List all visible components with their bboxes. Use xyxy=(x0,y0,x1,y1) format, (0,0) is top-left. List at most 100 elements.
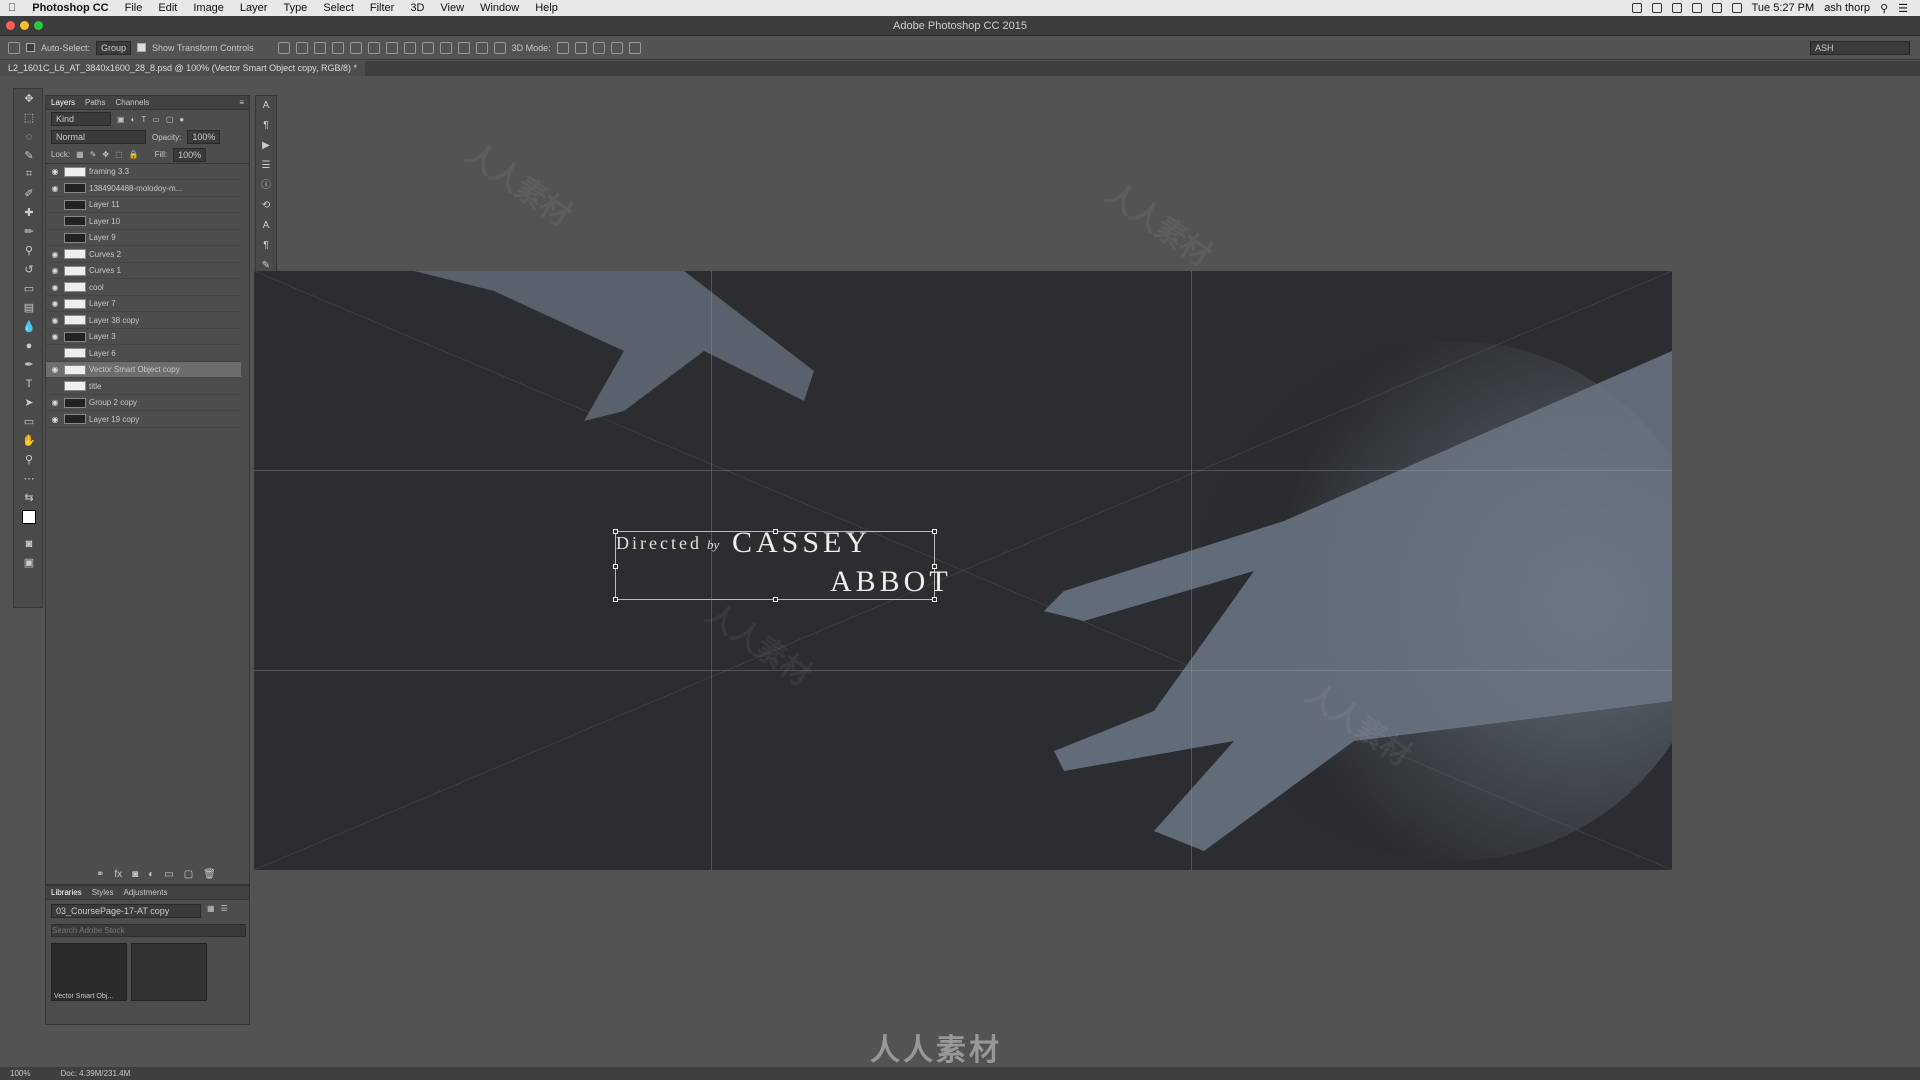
lock-image-icon[interactable]: ✎ xyxy=(90,150,97,159)
fx-icon[interactable]: fx xyxy=(114,869,122,880)
3d-slide-icon[interactable] xyxy=(610,41,623,54)
layer-row[interactable]: ◉ Layer 19 copy xyxy=(46,412,241,428)
layer-name[interactable]: Layer 6 xyxy=(89,349,116,358)
align-center-icon[interactable] xyxy=(349,41,362,54)
layer-name[interactable]: Layer 38 copy xyxy=(89,316,139,325)
layer-name[interactable]: Vector Smart Object copy xyxy=(89,365,180,374)
history-icon[interactable]: ⟲ xyxy=(256,196,276,216)
menu-help[interactable]: Help xyxy=(527,0,566,16)
layer-name[interactable]: Layer 11 xyxy=(89,200,120,209)
quick-select-tool-icon[interactable]: ✎ xyxy=(14,146,44,165)
zoom-level[interactable]: 100% xyxy=(10,1069,30,1078)
blur-tool-icon[interactable]: 💧 xyxy=(14,317,44,336)
link-layers-icon[interactable]: ⚭ xyxy=(96,869,104,880)
close-window-button[interactable] xyxy=(6,21,15,30)
zoom-window-button[interactable] xyxy=(34,21,43,30)
drive-icon[interactable] xyxy=(1651,3,1662,13)
menu-filter[interactable]: Filter xyxy=(362,0,402,16)
rectangle-tool-icon[interactable]: ▭ xyxy=(14,412,44,431)
lock-all-icon[interactable]: 🔒 xyxy=(129,150,139,159)
character-styles-icon[interactable]: A xyxy=(256,216,276,236)
layer-row[interactable]: ◉ Curves 2 xyxy=(46,247,241,263)
library-item[interactable]: Vector Smart Obj... xyxy=(51,943,127,1001)
3d-rotate-icon[interactable] xyxy=(556,41,569,54)
align-top-icon[interactable] xyxy=(277,41,290,54)
layer-row[interactable]: Layer 9 xyxy=(46,230,241,246)
auto-select-dropdown[interactable]: Group xyxy=(96,40,132,55)
align-middle-icon[interactable] xyxy=(295,41,308,54)
add-mask-icon[interactable]: ◙ xyxy=(132,869,138,880)
document-tab[interactable]: L2_1601C_L6_AT_3840x1600_28_8.psd @ 100%… xyxy=(0,61,366,76)
filter-toggle-icon[interactable]: ● xyxy=(179,115,184,124)
tab-styles[interactable]: Styles xyxy=(92,888,114,897)
canvas[interactable]: Directed by CASSEY ABBOT xyxy=(254,271,1672,870)
new-layer-icon[interactable]: ▢ xyxy=(184,869,193,880)
library-dropdown[interactable]: 03_CoursePage-17-AT copy xyxy=(51,904,201,918)
layer-row[interactable]: ◉ cool xyxy=(46,280,241,296)
layer-name[interactable]: cool xyxy=(89,283,104,292)
transform-handle[interactable] xyxy=(932,529,937,534)
opacity-input[interactable]: 100% xyxy=(187,130,221,144)
screen-mode-icon[interactable]: ▣ xyxy=(14,553,44,572)
more-tools-icon[interactable]: ⋯ xyxy=(14,469,44,488)
crop-tool-icon[interactable]: ⌗ xyxy=(14,165,44,184)
character-icon[interactable]: A xyxy=(256,96,276,116)
layer-name[interactable]: Layer 9 xyxy=(89,233,116,242)
tab-layers[interactable]: Layers xyxy=(51,98,75,107)
menu-layer[interactable]: Layer xyxy=(232,0,276,16)
auto-select-checkbox[interactable] xyxy=(26,43,35,52)
menu-type[interactable]: Type xyxy=(275,0,315,16)
eraser-tool-icon[interactable]: ▭ xyxy=(14,279,44,298)
transform-handle[interactable] xyxy=(613,564,618,569)
3d-roll-icon[interactable] xyxy=(574,41,587,54)
visibility-eye-icon[interactable]: ◉ xyxy=(46,316,64,325)
lock-artboard-icon[interactable]: ⬚ xyxy=(115,150,123,159)
show-transform-checkbox[interactable] xyxy=(137,43,147,52)
marquee-tool-icon[interactable]: ⬚ xyxy=(14,108,44,127)
doc-size[interactable]: Doc: 4.39M/231.4M xyxy=(60,1069,130,1078)
filter-pixel-icon[interactable]: ▣ xyxy=(117,115,125,124)
distribute-middle-icon[interactable] xyxy=(403,41,416,54)
layer-row[interactable]: ◉ framing 3.3 xyxy=(46,164,241,180)
layer-name[interactable]: Layer 3 xyxy=(89,332,116,341)
distribute-left-icon[interactable] xyxy=(439,41,452,54)
lock-transparent-icon[interactable]: ▦ xyxy=(76,150,84,159)
volume-icon[interactable] xyxy=(1711,3,1722,13)
move-tool-preset-icon[interactable] xyxy=(8,41,20,54)
paragraph-styles-icon[interactable]: ¶ xyxy=(256,116,276,136)
notification-icon[interactable]: ☰ xyxy=(1898,2,1908,15)
layer-name[interactable]: 1384904488-molodoy-m... xyxy=(89,184,182,193)
visibility-eye-icon[interactable]: ◉ xyxy=(46,283,64,292)
align-left-icon[interactable] xyxy=(331,41,344,54)
tab-adjustments[interactable]: Adjustments xyxy=(123,888,167,897)
type-tool-icon[interactable]: T xyxy=(14,374,44,393)
quick-mask-icon[interactable]: ◙ xyxy=(14,534,44,553)
library-item-2[interactable] xyxy=(131,943,207,1001)
transform-handle[interactable] xyxy=(773,597,778,602)
user-name[interactable]: ash thorp xyxy=(1824,2,1870,14)
align-bottom-icon[interactable] xyxy=(313,41,326,54)
distribute-bottom-icon[interactable] xyxy=(421,41,434,54)
layer-name[interactable]: framing 3.3 xyxy=(89,167,129,176)
gradient-tool-icon[interactable]: ▤ xyxy=(14,298,44,317)
lock-position-icon[interactable]: ✥ xyxy=(102,150,109,159)
layer-row[interactable]: ◉ Layer 7 xyxy=(46,296,241,312)
visibility-eye-icon[interactable]: ◉ xyxy=(46,332,64,341)
layer-row[interactable]: ◉ Layer 3 xyxy=(46,329,241,345)
tab-channels[interactable]: Channels xyxy=(115,98,149,107)
list-view-icon[interactable]: ☰ xyxy=(221,904,228,918)
color-swatches[interactable] xyxy=(14,507,44,526)
path-select-tool-icon[interactable]: ➤ xyxy=(14,393,44,412)
layer-row[interactable]: Layer 10 xyxy=(46,214,241,230)
layer-row[interactable]: ◉ Layer 38 copy xyxy=(46,313,241,329)
history-brush-tool-icon[interactable]: ↺ xyxy=(14,260,44,279)
distribute-center-icon[interactable] xyxy=(457,41,470,54)
layer-name[interactable]: title xyxy=(89,382,101,391)
menu-view[interactable]: View xyxy=(432,0,472,16)
layer-row[interactable]: Layer 11 xyxy=(46,197,241,213)
filter-smart-object-icon[interactable]: ▢ xyxy=(166,115,174,124)
filter-type-icon[interactable]: T xyxy=(141,115,146,124)
layer-name[interactable]: Layer 19 copy xyxy=(89,415,139,424)
menu-file[interactable]: File xyxy=(117,0,151,16)
properties-icon[interactable]: ☰ xyxy=(256,156,276,176)
